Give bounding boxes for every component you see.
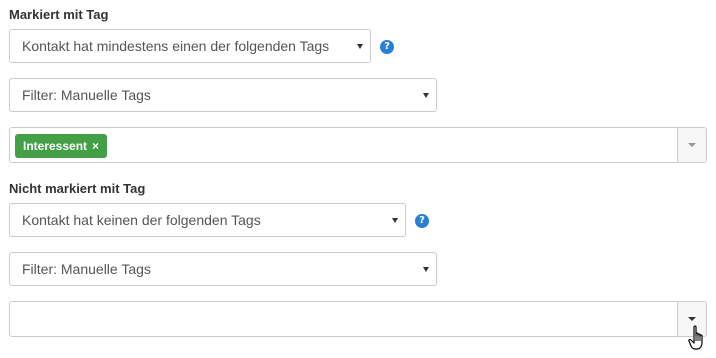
tagged-condition-select[interactable]: Kontakt hat mindestens einen der folgend… — [9, 29, 371, 63]
help-circle-icon[interactable]: ? — [415, 214, 429, 228]
tagged-section-label: Markiert mit Tag — [9, 7, 109, 22]
chevron-down-icon — [688, 143, 696, 147]
tag-chip-label: Interessent — [23, 139, 88, 153]
chevron-down-icon — [688, 317, 696, 321]
hand-pointer-icon — [688, 325, 703, 350]
chevron-down-icon — [392, 218, 398, 223]
not-tagged-tags-input[interactable] — [9, 301, 707, 337]
not-tagged-filter-value: Filter: Manuelle Tags — [22, 261, 151, 277]
tagged-filter-value: Filter: Manuelle Tags — [22, 87, 151, 103]
chevron-down-icon — [357, 44, 363, 49]
not-tagged-condition-value: Kontakt hat keinen der folgenden Tags — [22, 212, 261, 228]
chevron-down-icon — [423, 93, 429, 98]
tagged-tags-dropdown-toggle[interactable] — [677, 128, 706, 162]
tag-chip: Interessent × — [15, 134, 108, 158]
not-tagged-filter-select[interactable]: Filter: Manuelle Tags — [9, 252, 437, 286]
tagged-condition-value: Kontakt hat mindestens einen der folgend… — [22, 38, 330, 54]
chevron-down-icon — [423, 267, 429, 272]
not-tagged-condition-select[interactable]: Kontakt hat keinen der folgenden Tags — [9, 203, 406, 237]
help-circle-icon[interactable]: ? — [380, 40, 394, 54]
tagged-filter-select[interactable]: Filter: Manuelle Tags — [9, 78, 437, 112]
close-icon[interactable]: × — [92, 139, 99, 153]
tagged-tags-input[interactable]: Interessent × — [9, 127, 707, 163]
tag-filter-panel: Markiert mit Tag Kontakt hat mindestens … — [0, 0, 716, 358]
not-tagged-section-label: Nicht markiert mit Tag — [9, 181, 146, 196]
